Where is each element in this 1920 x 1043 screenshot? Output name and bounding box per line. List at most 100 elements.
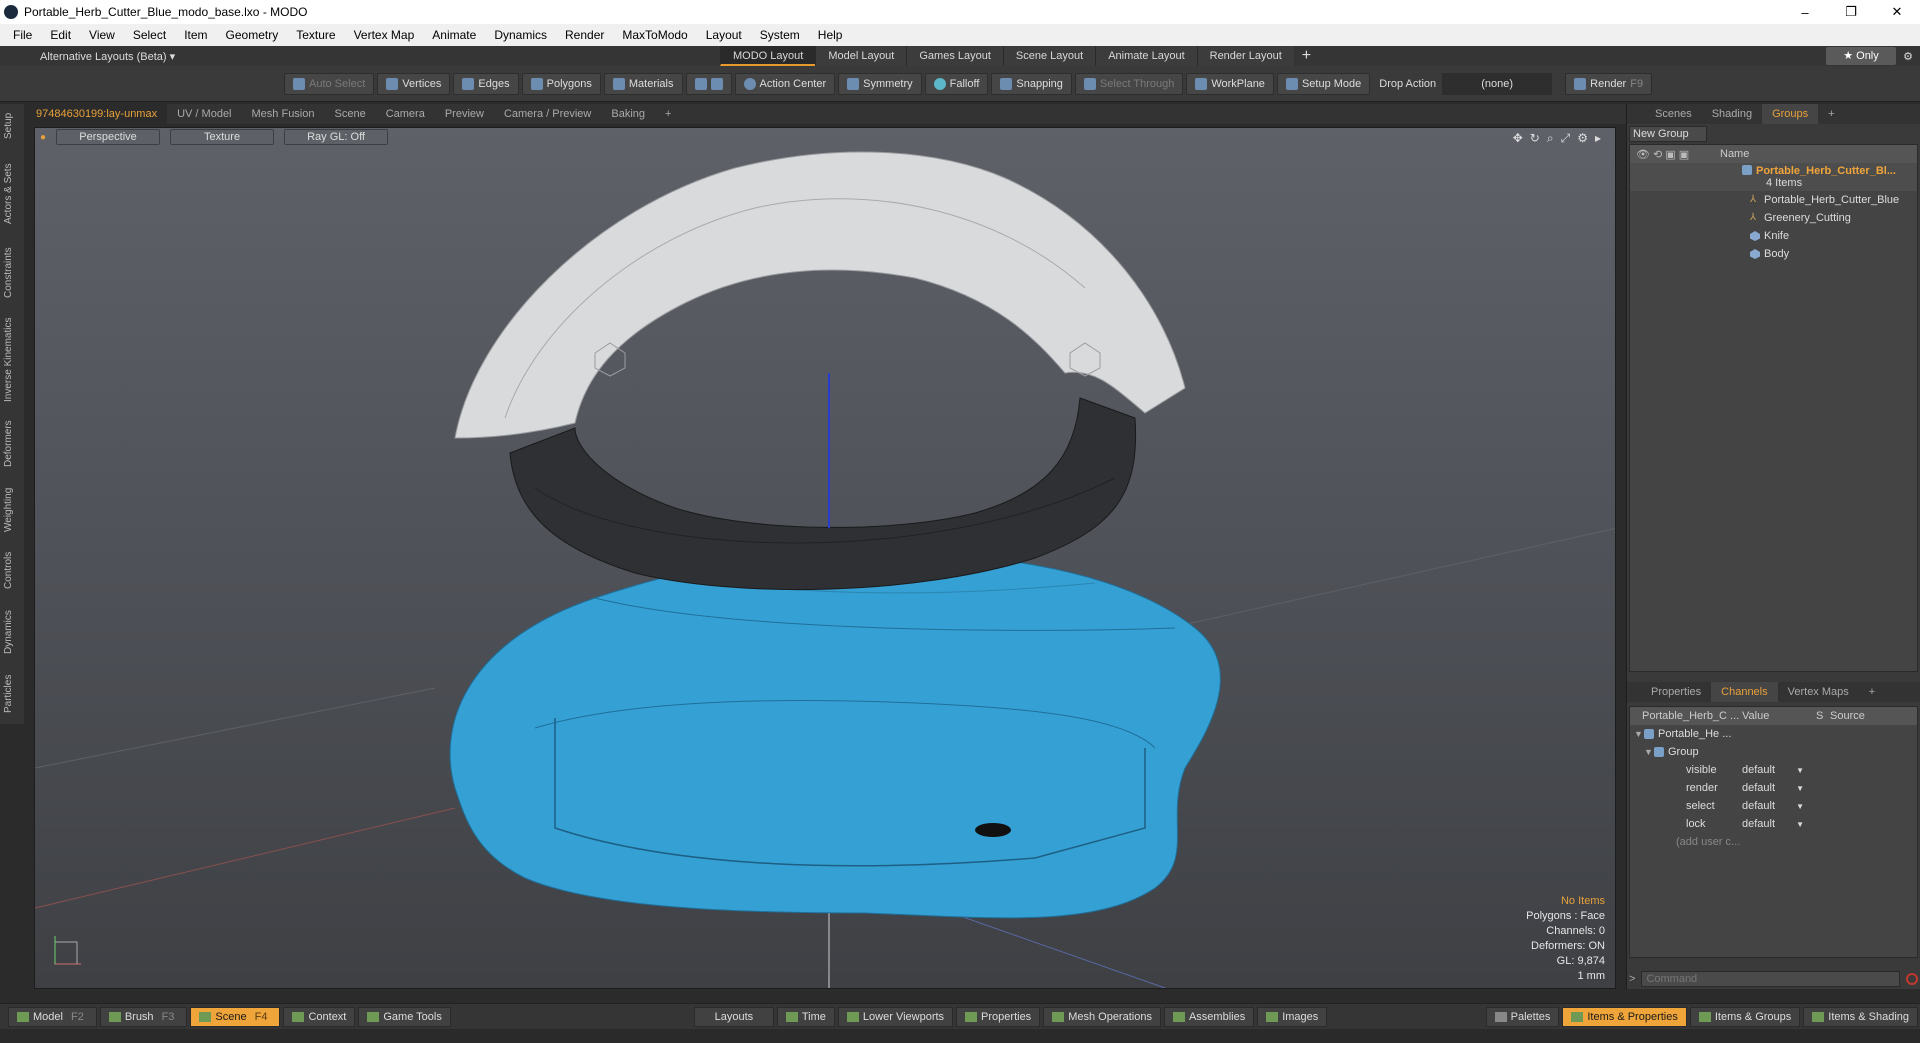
add-user-channel-row[interactable]: (add user c...: [1630, 833, 1917, 851]
channel-value-dropdown[interactable]: default: [1742, 782, 1806, 794]
tab-camera[interactable]: Camera: [376, 104, 435, 124]
tab-lay-unmax[interactable]: 97484630199:lay-unmax: [26, 104, 168, 124]
images-button[interactable]: Images: [1257, 1006, 1328, 1027]
channel-value-dropdown[interactable]: default: [1742, 764, 1806, 776]
only-button[interactable]: ★ Only: [1826, 47, 1896, 65]
tab-dynamics[interactable]: Dynamics: [3, 604, 21, 660]
symmetry-button[interactable]: Symmetry: [838, 72, 922, 95]
tab-uv-model[interactable]: UV / Model: [167, 104, 241, 124]
list-item[interactable]: Knife: [1630, 227, 1917, 245]
tab-camera-preview[interactable]: Camera / Preview: [494, 104, 601, 124]
tab-deformers[interactable]: Deformers: [3, 416, 21, 472]
model-button[interactable]: Model F2: [8, 1006, 97, 1027]
vertices-button[interactable]: Vertices: [377, 72, 451, 95]
tab-controls[interactable]: Controls: [3, 546, 21, 594]
tab-weighting[interactable]: Weighting: [3, 482, 21, 538]
menu-help[interactable]: Help: [809, 28, 852, 42]
list-item[interactable]: ⅄ Greenery_Cutting: [1630, 209, 1917, 227]
list-item[interactable]: Body: [1630, 245, 1917, 263]
tab-groups[interactable]: Groups: [1762, 104, 1819, 124]
channel-row[interactable]: select default: [1630, 797, 1917, 815]
action-center-button[interactable]: Action Center: [734, 72, 836, 95]
gear-icon[interactable]: ⚙: [1896, 50, 1920, 63]
layouts-button[interactable]: Layouts: [693, 1006, 774, 1027]
materials-button[interactable]: Materials: [603, 72, 683, 95]
tab-channels[interactable]: Channels: [1711, 682, 1778, 702]
tab-mesh-fusion[interactable]: Mesh Fusion: [242, 104, 325, 124]
edges-button[interactable]: Edges: [453, 72, 519, 95]
menu-geometry[interactable]: Geometry: [217, 28, 288, 42]
chevron-down-icon[interactable]: ▼: [1644, 747, 1654, 757]
raygl-button[interactable]: Ray GL: Off: [284, 129, 389, 145]
lower-viewports-button[interactable]: Lower Viewports: [837, 1006, 954, 1027]
restore-button[interactable]: ❐: [1828, 4, 1874, 20]
tab-modo-layout[interactable]: MODO Layout: [720, 46, 816, 66]
polygons-button[interactable]: Polygons: [521, 72, 601, 95]
items-properties-button[interactable]: Items & Properties: [1562, 1006, 1687, 1027]
tab-scenes[interactable]: Scenes: [1645, 104, 1702, 124]
tab-baking[interactable]: Baking: [601, 104, 655, 124]
channel-group-row[interactable]: ▼ Group: [1630, 743, 1917, 761]
assemblies-button[interactable]: Assemblies: [1163, 1006, 1255, 1027]
3d-viewport[interactable]: No Items Polygons : Face Channels: 0 Def…: [34, 127, 1616, 989]
channel-row[interactable]: visible default: [1630, 761, 1917, 779]
menu-item[interactable]: Item: [175, 28, 216, 42]
menu-maxtomodo[interactable]: MaxToModo: [613, 28, 696, 42]
channel-row[interactable]: render default: [1630, 779, 1917, 797]
channel-value-dropdown[interactable]: default: [1742, 818, 1806, 830]
tab-actors-sets[interactable]: Actors & Sets: [3, 158, 21, 230]
new-group-button[interactable]: New Group: [1629, 126, 1707, 142]
record-icon[interactable]: [1906, 973, 1918, 985]
view-mode-button[interactable]: Perspective: [56, 129, 161, 145]
tab-scene-layout[interactable]: Scene Layout: [1002, 46, 1096, 66]
menu-edit[interactable]: Edit: [41, 28, 80, 42]
tab-shading[interactable]: Shading: [1702, 104, 1762, 124]
channel-value-dropdown[interactable]: default: [1742, 800, 1806, 812]
mesh-operations-button[interactable]: Mesh Operations: [1043, 1006, 1161, 1027]
tab-games-layout[interactable]: Games Layout: [906, 46, 1003, 66]
tab-model-layout[interactable]: Model Layout: [815, 46, 907, 66]
auto-select-button[interactable]: Auto Select: [284, 72, 375, 95]
scene-button[interactable]: Scene F4: [190, 1006, 281, 1027]
menu-animate[interactable]: Animate: [423, 28, 485, 42]
game-tools-button[interactable]: Game Tools: [358, 1006, 451, 1027]
tab-preview[interactable]: Preview: [435, 104, 494, 124]
add-panel-tab-button[interactable]: +: [1818, 104, 1844, 124]
context-button[interactable]: Context: [283, 1006, 356, 1027]
snapping-button[interactable]: Snapping: [991, 72, 1072, 95]
items-groups-button[interactable]: Items & Groups: [1689, 1006, 1801, 1027]
menu-file[interactable]: File: [4, 28, 41, 42]
menu-vertex-map[interactable]: Vertex Map: [345, 28, 424, 42]
chevron-down-icon[interactable]: ▼: [1634, 729, 1644, 739]
alternative-layouts-dropdown[interactable]: Alternative Layouts (Beta) ▾: [40, 50, 720, 63]
tab-vertex-maps[interactable]: Vertex Maps: [1778, 682, 1859, 702]
properties-button[interactable]: Properties: [956, 1006, 1041, 1027]
shading-mode-button[interactable]: Texture: [170, 129, 275, 145]
selection-mode-button[interactable]: [685, 72, 732, 95]
viewport-menu-dot-icon[interactable]: ●: [40, 132, 46, 143]
tab-particles[interactable]: Particles: [3, 668, 21, 720]
menu-dynamics[interactable]: Dynamics: [485, 28, 556, 42]
group-row[interactable]: Portable_Herb_Cutter_Bl... 4 Items: [1630, 163, 1917, 191]
time-button[interactable]: Time: [776, 1006, 835, 1027]
menu-texture[interactable]: Texture: [287, 28, 344, 42]
close-button[interactable]: ✕: [1874, 4, 1920, 20]
tab-properties[interactable]: Properties: [1641, 682, 1711, 702]
minimize-button[interactable]: –: [1782, 5, 1828, 20]
drop-action-select[interactable]: (none): [1442, 72, 1553, 95]
list-item[interactable]: ⅄ Portable_Herb_Cutter_Blue: [1630, 191, 1917, 209]
falloff-button[interactable]: Falloff: [924, 72, 989, 95]
brush-button[interactable]: Brush F3: [99, 1006, 188, 1027]
tab-render-layout[interactable]: Render Layout: [1196, 46, 1294, 66]
tab-animate-layout[interactable]: Animate Layout: [1095, 46, 1197, 66]
setup-mode-button[interactable]: Setup Mode: [1276, 72, 1371, 95]
select-through-button[interactable]: Select Through: [1074, 72, 1184, 95]
render-button[interactable]: Render F9: [1565, 72, 1653, 95]
add-properties-tab-button[interactable]: +: [1859, 682, 1885, 702]
tab-scene[interactable]: Scene: [325, 104, 376, 124]
add-layout-button[interactable]: +: [1294, 47, 1319, 65]
tab-constraints[interactable]: Constraints: [3, 242, 21, 304]
menu-layout[interactable]: Layout: [697, 28, 751, 42]
menu-system[interactable]: System: [751, 28, 809, 42]
channel-row[interactable]: lock default: [1630, 815, 1917, 833]
